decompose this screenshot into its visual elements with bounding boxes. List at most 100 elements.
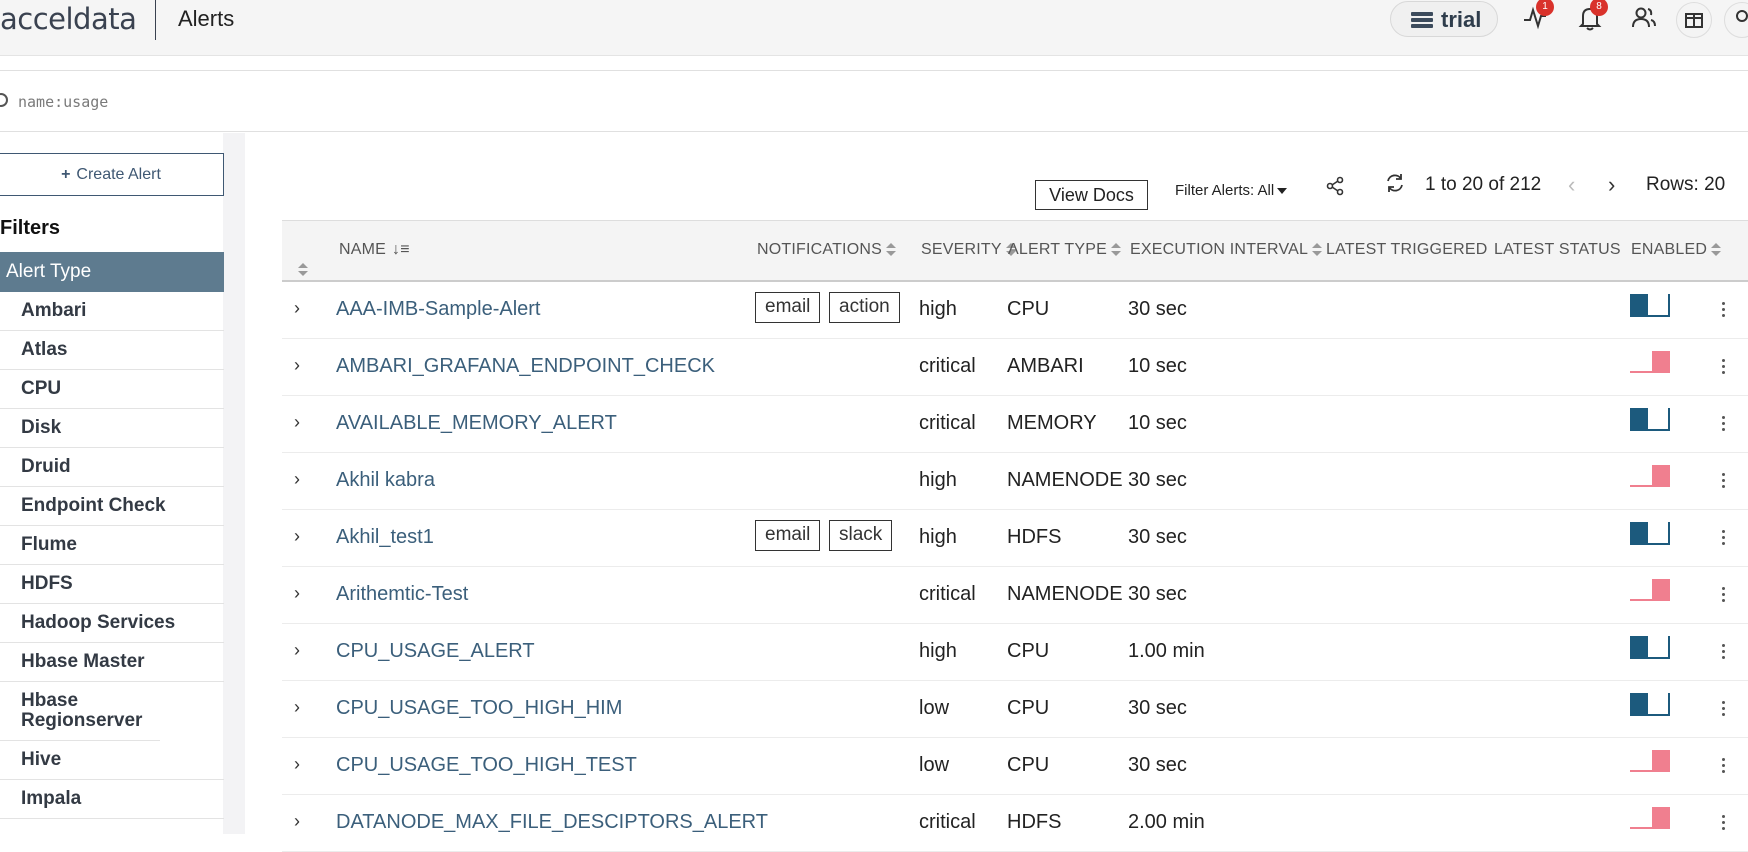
interval-cell: 30 sec — [1128, 469, 1187, 491]
enabled-toggle[interactable] — [1630, 693, 1670, 717]
enabled-toggle[interactable] — [1630, 750, 1670, 774]
alert-name-link[interactable]: AVAILABLE_MEMORY_ALERT — [336, 412, 617, 435]
alert-name-link[interactable]: Akhil kabra — [336, 469, 435, 492]
enabled-toggle[interactable] — [1630, 465, 1670, 489]
filter-item-impala[interactable]: Impala — [0, 780, 224, 819]
more-options-icon[interactable] — [1722, 416, 1726, 432]
activity-button[interactable]: 1 — [1522, 0, 1554, 32]
alert-name-link[interactable]: CPU_USAGE_ALERT — [336, 640, 535, 663]
enabled-toggle[interactable] — [1630, 294, 1670, 318]
more-options-icon[interactable] — [1722, 644, 1726, 660]
table-row[interactable]: › DATANODE_MAX_FILE_DESCIPTORS_ALERT cri… — [282, 795, 1748, 852]
chevron-right-icon[interactable]: › — [294, 298, 300, 319]
filter-item-endpoint-check[interactable]: Endpoint Check — [0, 487, 224, 526]
column-latest-status[interactable]: LATEST STATUS — [1494, 241, 1621, 259]
users-button[interactable] — [1630, 4, 1658, 32]
alert-name-link[interactable]: AAA-IMB-Sample-Alert — [336, 298, 541, 321]
alert-name-link[interactable]: DATANODE_MAX_FILE_DESCIPTORS_ALERT — [336, 811, 768, 834]
filter-item-hadoop-services[interactable]: Hadoop Services — [0, 604, 224, 643]
table-header: NAME ↓≡ NOTIFICATIONS SEVERITY ALERT TYPE… — [282, 220, 1748, 282]
activity-badge: 1 — [1536, 0, 1554, 16]
chevron-right-icon[interactable]: › — [294, 412, 300, 433]
filter-group-header[interactable]: Alert Type — [0, 252, 224, 292]
more-options-icon[interactable] — [1722, 302, 1726, 318]
filter-item-cpu[interactable]: CPU — [0, 370, 224, 409]
table-row[interactable]: › CPU_USAGE_ALERT high CPU 1.00 min — [282, 624, 1748, 681]
table-row[interactable]: › Akhil_test1 email slack high HDFS 30 s… — [282, 510, 1748, 567]
enabled-toggle[interactable] — [1630, 522, 1670, 546]
enabled-toggle[interactable] — [1630, 408, 1670, 432]
chevron-right-icon[interactable]: › — [294, 811, 300, 832]
next-page-icon[interactable]: › — [1608, 172, 1615, 198]
more-options-icon[interactable] — [1722, 815, 1726, 831]
plan-button[interactable]: trial — [1390, 1, 1498, 37]
filter-item-atlas[interactable]: Atlas — [0, 331, 224, 370]
column-name[interactable]: NAME ↓≡ — [339, 241, 410, 259]
filter-item-druid[interactable]: Druid — [0, 448, 224, 487]
filter-item-ambari[interactable]: Ambari — [0, 292, 224, 331]
enabled-toggle[interactable] — [1630, 636, 1670, 660]
table-row[interactable]: › AVAILABLE_MEMORY_ALERT critical MEMORY… — [282, 396, 1748, 453]
chevron-right-icon[interactable]: › — [294, 583, 300, 604]
column-notifications[interactable]: NOTIFICATIONS — [757, 241, 896, 259]
filter-alerts-dropdown[interactable]: Filter Alerts: All — [1175, 182, 1288, 199]
chevron-right-icon[interactable]: › — [294, 355, 300, 376]
alert-name-link[interactable]: Akhil_test1 — [336, 526, 434, 549]
chevron-right-icon[interactable]: › — [294, 526, 300, 547]
alert-name-link[interactable]: Arithemtic-Test — [336, 583, 468, 606]
app-logo[interactable]: acceldata — [0, 2, 137, 36]
column-latest-triggered[interactable]: LATEST TRIGGERED — [1326, 241, 1487, 259]
enabled-toggle[interactable] — [1630, 807, 1670, 831]
notifications-button[interactable]: 8 — [1576, 0, 1608, 32]
chevron-right-icon[interactable]: › — [294, 469, 300, 490]
alert-name-link[interactable]: CPU_USAGE_TOO_HIGH_TEST — [336, 754, 637, 777]
filter-item-hdfs[interactable]: HDFS — [0, 565, 224, 604]
prev-page-icon[interactable]: ‹ — [1568, 172, 1575, 198]
table-row[interactable]: › CPU_USAGE_TOO_HIGH_TEST low CPU 30 sec — [282, 738, 1748, 795]
gift-button[interactable] — [1676, 2, 1712, 38]
severity-cell: critical — [919, 412, 976, 434]
table-row[interactable]: › Akhil kabra high NAMENODE 30 sec — [282, 453, 1748, 510]
table-row[interactable]: › CPU_USAGE_TOO_HIGH_HIM low CPU 30 sec — [282, 681, 1748, 738]
filter-item-hive[interactable]: Hive — [0, 741, 224, 780]
enabled-toggle[interactable] — [1630, 579, 1670, 603]
create-alert-label: Create Alert — [76, 165, 161, 183]
column-alert-type[interactable]: ALERT TYPE — [1008, 241, 1121, 259]
alert-type-cell: NAMENODE — [1007, 469, 1123, 491]
filter-item-disk[interactable]: Disk — [0, 409, 224, 448]
create-alert-button[interactable]: + Create Alert — [0, 153, 224, 196]
more-options-icon[interactable] — [1722, 359, 1726, 375]
chevron-right-icon[interactable]: › — [294, 697, 300, 718]
refresh-icon[interactable] — [1384, 172, 1406, 194]
rows-per-page[interactable]: Rows: 20 — [1646, 174, 1725, 196]
more-options-icon[interactable] — [1722, 701, 1726, 717]
column-enabled[interactable]: ENABLED — [1631, 241, 1722, 259]
profile-button[interactable] — [1724, 2, 1748, 38]
more-options-icon[interactable] — [1722, 587, 1726, 603]
sort-icon[interactable] — [298, 263, 308, 277]
filter-item-hbase-master[interactable]: Hbase Master — [0, 643, 224, 682]
more-options-icon[interactable] — [1722, 473, 1726, 489]
table-row[interactable]: › AAA-IMB-Sample-Alert email action high… — [282, 282, 1748, 339]
filter-item-flume[interactable]: Flume — [0, 526, 224, 565]
table-row[interactable]: › AMBARI_GRAFANA_ENDPOINT_CHECK critical… — [282, 339, 1748, 396]
chevron-right-icon[interactable]: › — [294, 754, 300, 775]
table-row[interactable]: › Arithemtic-Test critical NAMENODE 30 s… — [282, 567, 1748, 624]
column-execution-interval[interactable]: EXECUTION INTERVAL — [1130, 241, 1323, 259]
search-input[interactable] — [18, 87, 918, 117]
more-options-icon[interactable] — [1722, 758, 1726, 774]
notification-tag: email — [755, 520, 821, 551]
view-docs-button[interactable]: View Docs — [1035, 180, 1148, 210]
user-icon — [1736, 10, 1748, 22]
filter-item-hbase-regionserver[interactable]: Hbase Regionserver — [0, 682, 160, 741]
alert-name-link[interactable]: AMBARI_GRAFANA_ENDPOINT_CHECK — [336, 355, 715, 378]
alert-name-link[interactable]: CPU_USAGE_TOO_HIGH_HIM — [336, 697, 622, 720]
column-severity[interactable]: SEVERITY — [921, 241, 1016, 259]
filter-sidebar: + Create Alert Filters Alert Type Ambari … — [0, 133, 245, 834]
column-enabled-label: ENABLED — [1631, 241, 1708, 258]
chevron-right-icon[interactable]: › — [294, 640, 300, 661]
share-icon[interactable] — [1325, 176, 1345, 196]
more-options-icon[interactable] — [1722, 530, 1726, 546]
enabled-toggle[interactable] — [1630, 351, 1670, 375]
caret-down-icon — [1277, 188, 1288, 195]
